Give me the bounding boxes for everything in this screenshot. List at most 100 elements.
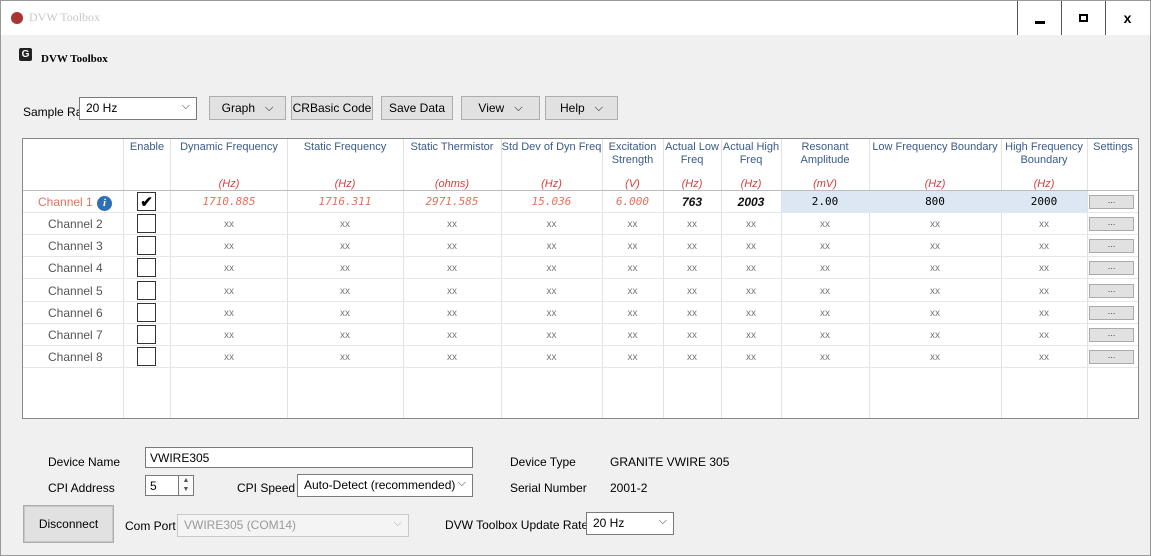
cpi-address-input[interactable]: 5 bbox=[145, 475, 179, 496]
measurement-value: xx bbox=[447, 352, 457, 363]
measurement-value: xx bbox=[546, 241, 557, 252]
measurement-value: xx bbox=[820, 263, 830, 274]
measurement-value: xx bbox=[340, 286, 350, 297]
update-rate-label: DVW Toolbox Update Rate bbox=[445, 518, 589, 532]
channel-settings-button[interactable]: ... bbox=[1089, 195, 1134, 209]
column-header: Actual Low Freq bbox=[665, 141, 719, 166]
enable-checkbox[interactable] bbox=[137, 303, 156, 322]
chevron-down-icon[interactable]: ▼ bbox=[179, 485, 193, 494]
measurement-value: xx bbox=[447, 241, 457, 252]
enable-checkbox[interactable]: ✔ bbox=[137, 192, 156, 211]
measurement-value: xx bbox=[340, 263, 350, 274]
channel-settings-button[interactable]: ... bbox=[1089, 217, 1134, 231]
column-separator bbox=[123, 139, 124, 418]
measurement-value: xx bbox=[546, 330, 557, 341]
sample-rate-select[interactable]: 20 Hz ⌵ bbox=[79, 97, 197, 120]
close-button[interactable]: x bbox=[1105, 1, 1149, 35]
editable-cell[interactable]: 2.00 bbox=[781, 191, 869, 213]
editable-cell[interactable]: 2000 bbox=[1001, 191, 1087, 213]
measurement-value: xx bbox=[627, 241, 638, 252]
info-icon[interactable]: i bbox=[97, 196, 112, 211]
measurement-value: xx bbox=[746, 263, 756, 274]
channel-settings-button[interactable]: ... bbox=[1089, 261, 1134, 275]
row-divider bbox=[23, 323, 1138, 324]
channel-settings-button[interactable]: ... bbox=[1089, 239, 1134, 253]
measurement-value: xx bbox=[546, 263, 557, 274]
window-title: DVW Toolbox bbox=[29, 10, 101, 24]
channel-label: Channel 1 bbox=[38, 195, 93, 209]
cpi-address-label: CPI Address bbox=[48, 481, 115, 495]
column-unit: (Hz) bbox=[924, 178, 946, 190]
measurement-value: xx bbox=[224, 308, 234, 319]
column-unit: (ohms) bbox=[434, 178, 470, 190]
column-header: Low Frequency Boundary bbox=[872, 141, 998, 153]
enable-checkbox[interactable] bbox=[137, 281, 156, 300]
measurement-value: xx bbox=[224, 241, 234, 252]
column-unit: (Hz) bbox=[218, 178, 240, 190]
measurement-value: xx bbox=[930, 219, 940, 230]
channel-label: Channel 6 bbox=[48, 306, 103, 320]
measurement-value: xx bbox=[340, 308, 350, 319]
com-port-select[interactable]: VWIRE305 (COM14) ⌵ bbox=[177, 514, 409, 537]
measurement-value: 6.000 bbox=[615, 195, 650, 208]
measurement-value: xx bbox=[546, 286, 557, 297]
disconnect-button[interactable]: Disconnect bbox=[23, 505, 114, 543]
channel-settings-button[interactable]: ... bbox=[1089, 284, 1134, 298]
enable-checkbox[interactable] bbox=[137, 236, 156, 255]
maximize-icon bbox=[1079, 14, 1088, 22]
chevron-down-icon: ⌵ bbox=[457, 477, 466, 489]
channel-label: Channel 4 bbox=[48, 261, 103, 275]
channel-settings-button[interactable]: ... bbox=[1089, 306, 1134, 320]
enable-checkbox[interactable] bbox=[137, 258, 156, 277]
enable-checkbox[interactable] bbox=[137, 325, 156, 344]
column-unit: (mV) bbox=[813, 178, 837, 190]
measurement-value: xx bbox=[546, 219, 557, 230]
measurement-value: xx bbox=[746, 308, 756, 319]
cpi-speed-label: CPI Speed bbox=[237, 481, 296, 495]
measurement-value: xx bbox=[1039, 241, 1049, 252]
enable-checkbox[interactable] bbox=[137, 214, 156, 233]
graph-menu-button[interactable]: Graph ⌵ bbox=[209, 96, 286, 120]
cpi-speed-select[interactable]: Auto-Detect (recommended) ⌵ bbox=[297, 474, 473, 497]
com-port-label: Com Port bbox=[125, 519, 176, 533]
measurement-value: xx bbox=[447, 219, 457, 230]
measurement-value: xx bbox=[687, 263, 697, 274]
cpi-address-stepper[interactable]: ▲ ▼ bbox=[179, 475, 194, 496]
measurement-value: xx bbox=[687, 219, 697, 230]
channel-grid: Enable Dynamic Frequency (Hz) Static Freque… bbox=[22, 138, 1139, 419]
measurement-value: xx bbox=[447, 286, 457, 297]
measurement-value: xx bbox=[930, 241, 940, 252]
channel-settings-button[interactable]: ... bbox=[1089, 328, 1134, 342]
measurement-value: xx bbox=[746, 330, 756, 341]
column-unit: (V) bbox=[625, 178, 640, 190]
column-header: Std Dev of Dyn Freq bbox=[501, 141, 602, 153]
chevron-down-icon: ⌵ bbox=[594, 101, 604, 114]
measurement-value: xx bbox=[447, 330, 457, 341]
crbasic-code-button[interactable]: CRBasic Code bbox=[291, 96, 373, 120]
maximize-button[interactable] bbox=[1061, 1, 1105, 35]
measurement-value: xx bbox=[224, 263, 234, 274]
view-label: View bbox=[478, 101, 505, 115]
editable-cell[interactable]: 800 bbox=[869, 191, 1001, 213]
row-divider bbox=[23, 345, 1138, 346]
save-data-button[interactable]: Save Data bbox=[381, 96, 453, 120]
measurement-value: 2971.585 bbox=[425, 195, 479, 208]
help-menu-button[interactable]: Help ⌵ bbox=[545, 96, 618, 120]
measurement-value: xx bbox=[340, 219, 350, 230]
channel-settings-button[interactable]: ... bbox=[1089, 350, 1134, 364]
disconnect-label: Disconnect bbox=[38, 517, 99, 531]
chevron-down-icon: ⌵ bbox=[181, 100, 190, 112]
update-rate-select[interactable]: 20 Hz ⌵ bbox=[586, 512, 674, 535]
chevron-down-icon: ⌵ bbox=[265, 101, 274, 114]
minimize-button[interactable] bbox=[1017, 1, 1061, 35]
measurement-value: xx bbox=[930, 263, 940, 274]
close-icon: x bbox=[1123, 10, 1132, 26]
column-header: Settings bbox=[1093, 141, 1133, 153]
measurement-value: xx bbox=[820, 219, 830, 230]
measurement-value: xx bbox=[930, 308, 940, 319]
enable-checkbox[interactable] bbox=[137, 347, 156, 366]
column-header: High Frequency Boundary bbox=[1005, 141, 1083, 166]
chevron-up-icon[interactable]: ▲ bbox=[179, 476, 193, 485]
device-name-input[interactable]: VWIRE305 bbox=[145, 447, 473, 468]
view-menu-button[interactable]: View ⌵ bbox=[461, 96, 540, 120]
